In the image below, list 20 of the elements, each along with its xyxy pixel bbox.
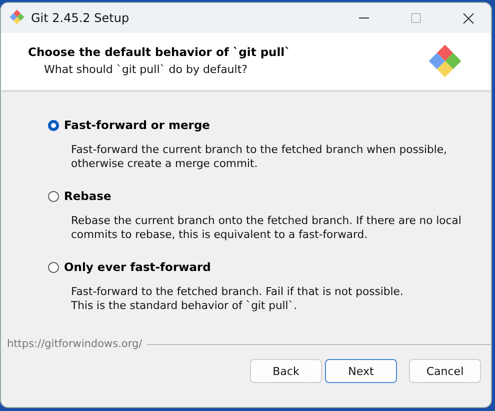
page-subheading: What should `git pull` do by default? (44, 63, 248, 76)
page-heading: Choose the default behavior of `git pull` (28, 45, 292, 59)
option-description: Fast-forward to the fetched branch. Fail if that is not possible. This is the standard behavior of `git pull`. (71, 285, 404, 313)
option-description: Rebase the current branch onto the fetched branch. If there are no local commits to rebase, this is equivalent to a fast-forward. (71, 214, 462, 242)
radio-option[interactable]: Only ever fast-forward (48, 260, 211, 274)
maximize-icon (411, 13, 421, 23)
radio-button[interactable] (48, 262, 59, 272)
window-title: Git 2.45.2 Setup (31, 11, 130, 25)
git-logo-icon (427, 43, 463, 79)
option-description: Fast-forward the current branch to the fetched branch when possible, otherwise create a merge commit. (71, 143, 448, 171)
back-button[interactable]: Back (250, 359, 322, 383)
cancel-button[interactable]: Cancel (409, 359, 481, 383)
close-icon (462, 12, 474, 24)
radio-button[interactable] (48, 190, 59, 202)
radio-option[interactable]: Rebase (48, 189, 112, 203)
website-link[interactable]: https://gitforwindows.org/ (7, 338, 142, 350)
git-logo-icon (9, 8, 25, 24)
next-button[interactable]: Next (325, 359, 397, 383)
radio-button[interactable] (48, 120, 59, 130)
radio-option[interactable]: Fast-forward or merge (48, 118, 210, 132)
